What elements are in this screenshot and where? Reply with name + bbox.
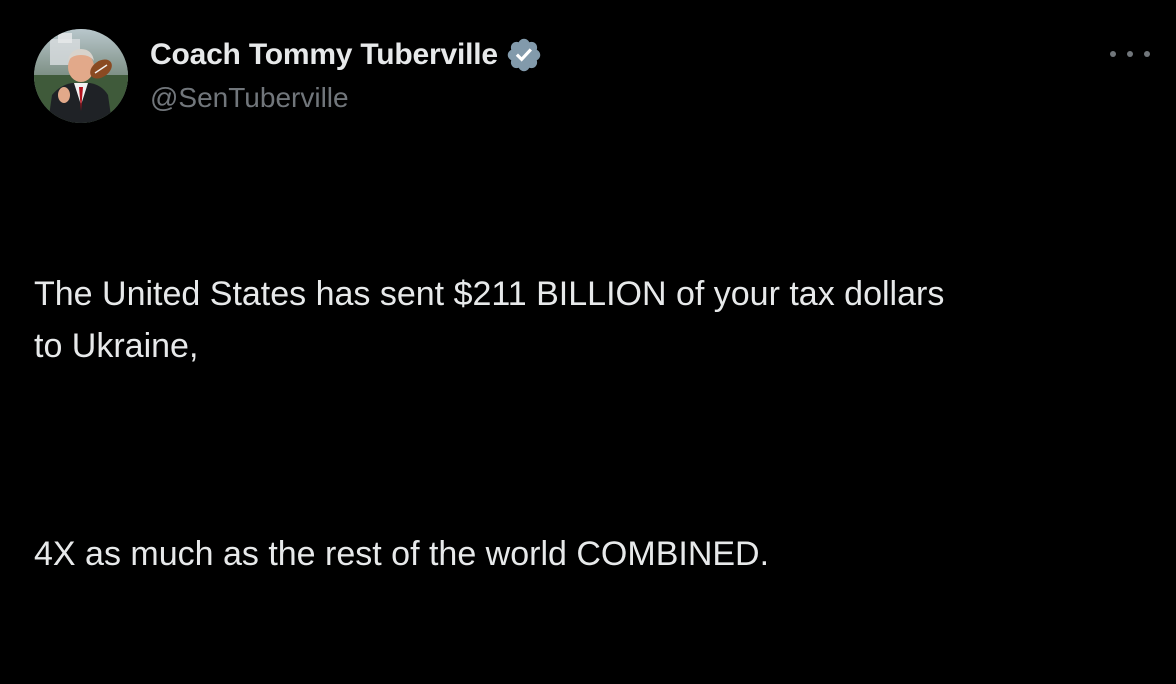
tweet-paragraph: 4X as much as the rest of the world COMB… xyxy=(34,535,770,573)
tweet-header: Coach Tommy Tuberville @SenTuberville xyxy=(150,34,543,114)
author-name-row: Coach Tommy Tuberville xyxy=(150,34,543,76)
more-horizontal-icon[interactable] xyxy=(1110,44,1150,64)
avatar[interactable] xyxy=(34,29,128,123)
tweet-card[interactable]: Coach Tommy Tuberville @SenTuberville Th… xyxy=(0,0,1176,573)
more-dot xyxy=(1110,51,1116,57)
tweet-text: The United States has sent $211 BILLION … xyxy=(34,164,1154,684)
display-name[interactable]: Coach Tommy Tuberville xyxy=(150,38,498,72)
more-dot xyxy=(1127,51,1133,57)
verified-badge-icon[interactable] xyxy=(505,36,543,74)
author-handle[interactable]: @SenTuberville xyxy=(150,82,543,114)
tweet-paragraph: The United States has sent $211 BILLION … xyxy=(34,275,945,365)
more-dot xyxy=(1144,51,1150,57)
